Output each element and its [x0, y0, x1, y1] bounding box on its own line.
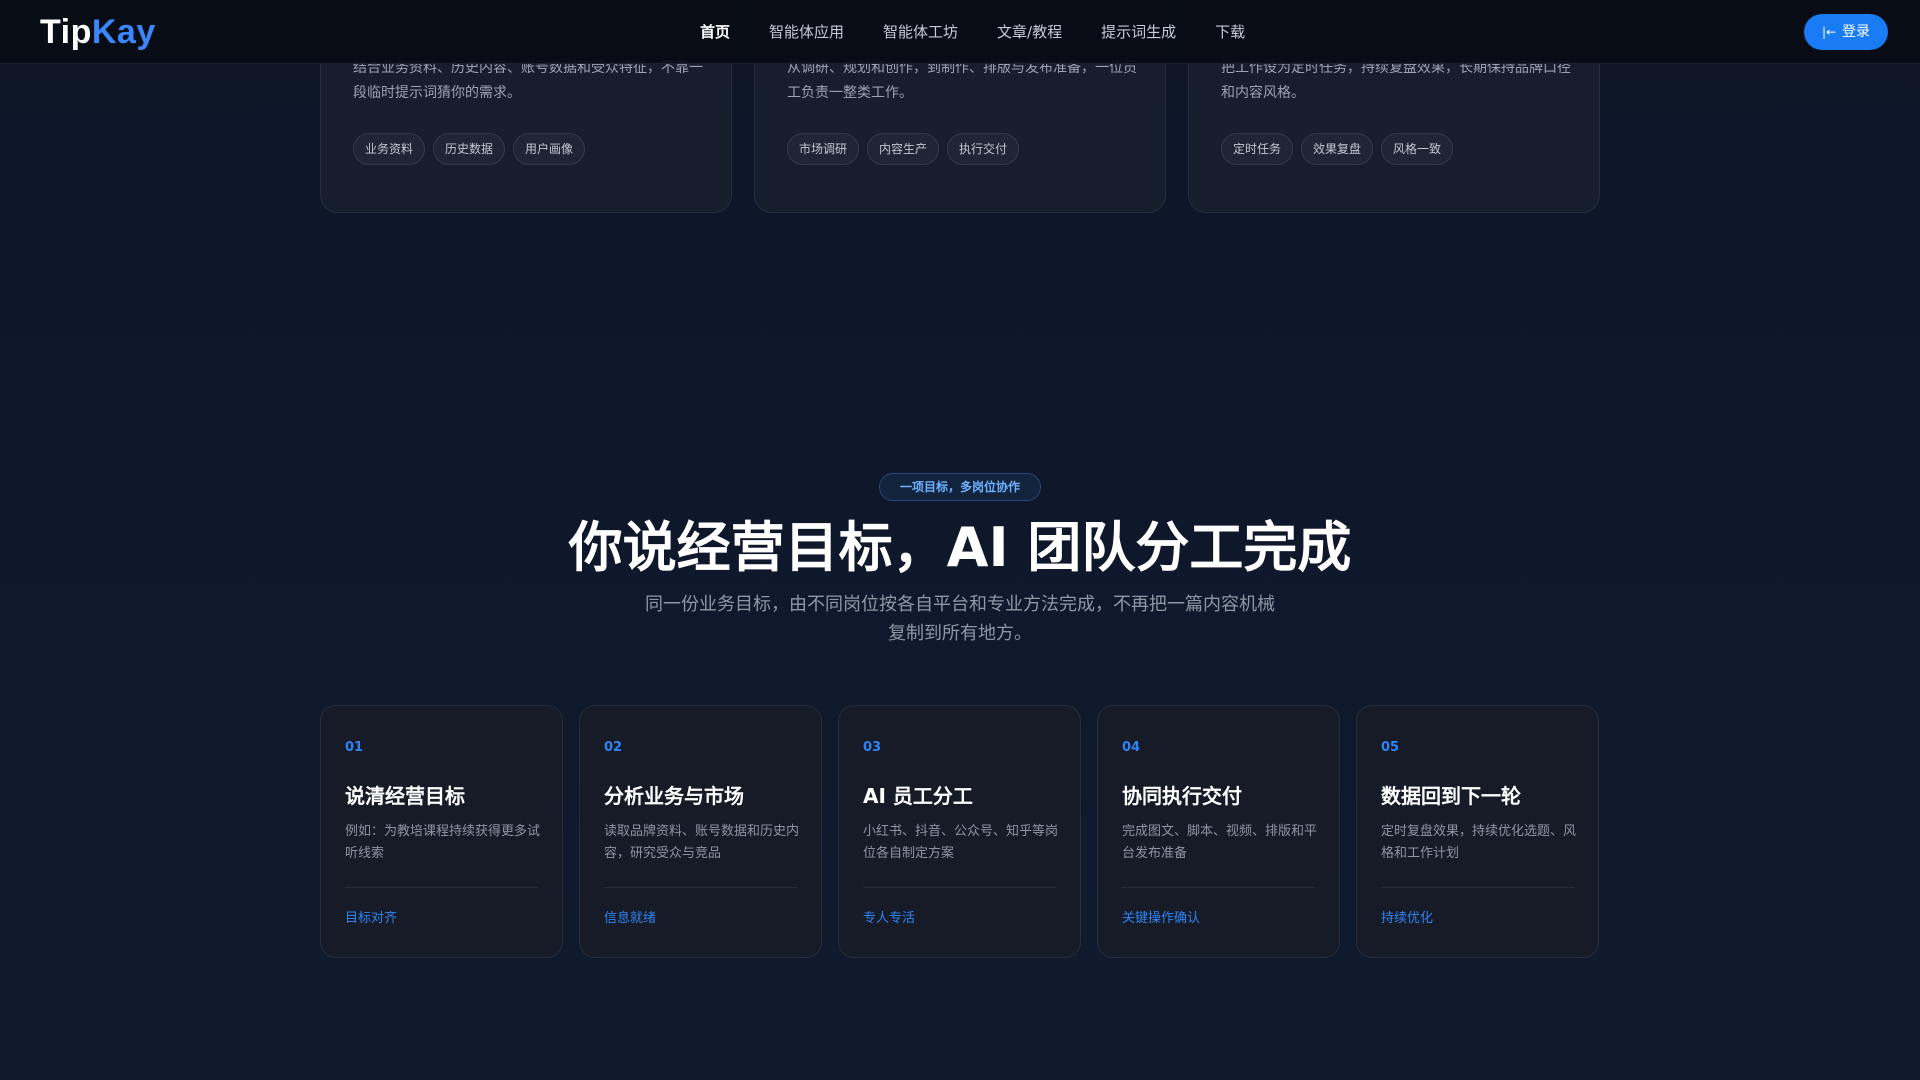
- top-navbar: TipKay 首页 智能体应用 智能体工坊 文章/教程 提示词生成 下载 |← 登…: [0, 0, 1920, 64]
- step-divider: [345, 887, 538, 888]
- nav-item-home[interactable]: 首页: [700, 0, 730, 64]
- logo-text-tip: Tip: [40, 13, 92, 51]
- step-link[interactable]: 信息就绪: [604, 907, 656, 926]
- step-number: 01: [345, 740, 364, 755]
- login-button-label: 登录: [1842, 24, 1871, 40]
- step-title: 说清经营目标: [345, 784, 465, 808]
- step-link[interactable]: 关键操作确认: [1122, 907, 1200, 926]
- section-subtitle: 同一份业务目标，由不同岗位按各自平台和专业方法完成，不再把一篇内容机械复制到所有…: [645, 594, 1275, 644]
- step-card: 05 数据回到下一轮 定时复盘效果，持续优化选题、风格和工作计划 持续优化: [1356, 705, 1599, 958]
- tag: 内容生产: [867, 133, 940, 165]
- page: 结合业务资料、历史内容、账号数据和受众特征，不靠一段临时提示词猜你的需求。 业务…: [0, 0, 1920, 1080]
- step-card: 04 协同执行交付 完成图文、脚本、视频、排版和平台发布准备 关键操作确认: [1097, 705, 1340, 958]
- step-number: 03: [863, 740, 882, 755]
- step-link[interactable]: 目标对齐: [345, 907, 397, 926]
- feature-card-tags: 业务资料 历史数据 用户画像: [353, 133, 586, 165]
- section-pill-badge: 一项目标，多岗位协作: [879, 473, 1041, 501]
- nav-item-agent-apps[interactable]: 智能体应用: [769, 0, 844, 64]
- nav-item-articles[interactable]: 文章/教程: [997, 0, 1062, 64]
- step-card: 01 说清经营目标 例如：为教培课程持续获得更多试听线索 目标对齐: [320, 705, 563, 958]
- step-card: 03 AI 员工分工 小红书、抖音、公众号、知乎等岗位各自制定方案 专人专活: [838, 705, 1081, 958]
- tag: 执行交付: [947, 133, 1020, 165]
- step-title: 数据回到下一轮: [1381, 784, 1521, 808]
- step-link[interactable]: 专人专活: [863, 907, 915, 926]
- step-card: 02 分析业务与市场 读取品牌资料、账号数据和历史内容，研究受众与竞品 信息就绪: [579, 705, 822, 958]
- tag: 业务资料: [353, 133, 426, 165]
- feature-card-tags: 定时任务 效果复盘 风格一致: [1221, 133, 1454, 165]
- step-description: 小红书、抖音、公众号、知乎等岗位各自制定方案: [863, 824, 1059, 861]
- step-number: 02: [604, 740, 623, 755]
- step-divider: [1381, 887, 1574, 888]
- step-divider: [1122, 887, 1315, 888]
- step-divider: [604, 887, 797, 888]
- step-title: 协同执行交付: [1122, 784, 1242, 808]
- tag: 用户画像: [513, 133, 586, 165]
- step-description: 例如：为教培课程持续获得更多试听线索: [345, 824, 541, 861]
- login-icon: |←: [1821, 25, 1837, 39]
- step-divider: [863, 887, 1056, 888]
- step-title: AI 员工分工: [863, 784, 973, 808]
- login-button[interactable]: |← 登录: [1804, 14, 1888, 50]
- tag: 市场调研: [787, 133, 860, 165]
- main-nav: 首页 智能体应用 智能体工坊 文章/教程 提示词生成 下载: [700, 0, 1284, 64]
- step-number: 04: [1122, 740, 1141, 755]
- tag: 风格一致: [1381, 133, 1454, 165]
- step-link[interactable]: 持续优化: [1381, 907, 1433, 926]
- nav-item-agent-workshop[interactable]: 智能体工坊: [883, 0, 958, 64]
- tag: 效果复盘: [1301, 133, 1374, 165]
- step-description: 读取品牌资料、账号数据和历史内容，研究受众与竞品: [604, 824, 800, 861]
- step-number: 05: [1381, 740, 1400, 755]
- steps-row: 01 说清经营目标 例如：为教培课程持续获得更多试听线索 目标对齐 02 分析业…: [320, 705, 1600, 958]
- logo-text-kay: Kay: [91, 13, 156, 51]
- step-description: 定时复盘效果，持续优化选题、风格和工作计划: [1381, 824, 1577, 861]
- nav-item-prompt-generator[interactable]: 提示词生成: [1101, 0, 1176, 64]
- step-title: 分析业务与市场: [604, 784, 744, 808]
- nav-item-download[interactable]: 下载: [1215, 0, 1245, 64]
- section-title: 你说经营目标，AI 团队分工完成: [568, 516, 1352, 579]
- tag: 历史数据: [433, 133, 506, 165]
- feature-card-tags: 市场调研 内容生产 执行交付: [787, 133, 1020, 165]
- step-description: 完成图文、脚本、视频、排版和平台发布准备: [1122, 824, 1318, 861]
- logo[interactable]: TipKay: [40, 12, 156, 52]
- tag: 定时任务: [1221, 133, 1294, 165]
